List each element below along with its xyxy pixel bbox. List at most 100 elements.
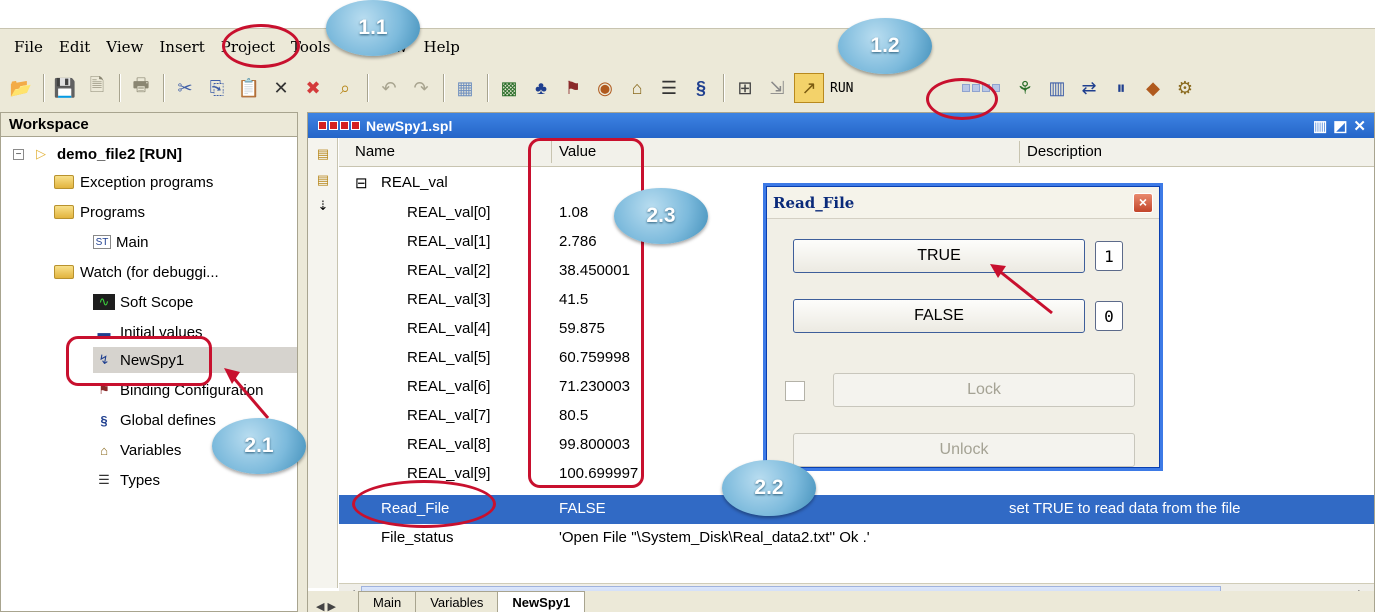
menu-edit[interactable]: Edit xyxy=(51,38,98,56)
close-icon[interactable]: × xyxy=(1133,193,1153,213)
toolbar-separator xyxy=(443,74,445,102)
delete-line-icon[interactable]: ✖ xyxy=(298,73,328,103)
menu-insert[interactable]: Insert xyxy=(151,38,212,56)
tree-item-programs[interactable]: Programs xyxy=(53,199,145,225)
copy-icon[interactable]: ⎘ xyxy=(202,73,232,103)
row-value[interactable]: FALSE xyxy=(559,500,606,517)
tree-item-label: Global defines xyxy=(120,411,216,429)
collapse-icon[interactable]: − xyxy=(13,148,24,160)
tree-project[interactable]: − ▷ demo_file2 [RUN] xyxy=(13,141,182,167)
toolbar-separator xyxy=(119,74,121,102)
minimize-icon[interactable]: ◩ xyxy=(1333,117,1347,135)
menu-help[interactable]: Help xyxy=(416,38,468,56)
false-button[interactable]: FALSE xyxy=(793,299,1085,333)
row-name: REAL_val[6] xyxy=(407,378,491,395)
tab-scroll-icon[interactable]: ◀ ▶ xyxy=(308,600,358,612)
globe-icon[interactable]: ◉ xyxy=(590,73,620,103)
collapse-icon[interactable]: ⊟ xyxy=(355,174,368,192)
tab-variables[interactable]: Variables xyxy=(415,591,499,612)
edit-variable-icon[interactable]: ▤ xyxy=(313,170,333,190)
tree-item-types[interactable]: ☰ Types xyxy=(93,467,160,493)
toolbar-separator xyxy=(43,74,45,102)
print-icon[interactable]: 🖶 xyxy=(126,73,156,103)
sort-icon[interactable]: ⇣ xyxy=(313,196,333,216)
folder-icon xyxy=(53,173,75,191)
spy-icon[interactable]: ↗ xyxy=(794,73,824,103)
row-description: set TRUE to read data from the file xyxy=(1009,500,1241,517)
binding-icon[interactable]: ⚑ xyxy=(558,73,588,103)
row-name: REAL_val[1] xyxy=(407,233,491,250)
row-name: REAL_val[5] xyxy=(407,349,491,366)
delete-icon[interactable]: ✕ xyxy=(266,73,296,103)
home-icon[interactable]: ⌂ xyxy=(622,73,652,103)
menu-bar: File Edit View Insert Project Tools Wind… xyxy=(0,30,1375,64)
true-shortcut-key: 1 xyxy=(1095,241,1123,271)
document-tabs: ◀ ▶ Main Variables NewSpy1 xyxy=(308,591,1374,612)
swap-icon[interactable]: ⇄ xyxy=(1074,73,1104,103)
row-name: REAL_val[4] xyxy=(407,320,491,337)
row-name: REAL_val xyxy=(381,174,448,191)
menu-file[interactable]: File xyxy=(6,38,51,56)
highlight-box-newspy1 xyxy=(66,336,212,386)
insert-variable-icon[interactable]: ▤ xyxy=(313,144,333,164)
monitor-icon[interactable]: ▥ xyxy=(1042,73,1072,103)
house-icon: ⌂ xyxy=(100,442,108,458)
tree-item-exception-programs[interactable]: Exception programs xyxy=(53,169,213,195)
callout-1-2: 1.2 xyxy=(838,18,932,74)
true-button[interactable]: TRUE xyxy=(793,239,1085,273)
types-icon[interactable]: ☰ xyxy=(654,73,684,103)
step-icon[interactable]: ◆ xyxy=(1138,73,1168,103)
toolbar-separator xyxy=(487,74,489,102)
global-defines-icon: § xyxy=(100,412,108,428)
tab-main[interactable]: Main xyxy=(358,591,417,612)
cut-icon[interactable]: ✂ xyxy=(170,73,200,103)
save-as-icon[interactable]: 🗎 xyxy=(82,73,112,103)
toolbar-separator xyxy=(367,74,369,102)
layout-icon[interactable]: ⊞ xyxy=(730,73,760,103)
cycle-icon[interactable]: ⚘ xyxy=(1010,73,1040,103)
open-icon[interactable]: 📂 xyxy=(6,73,36,103)
row-value[interactable]: 'Open File ''\System_Disk\Real_data2.txt… xyxy=(559,529,870,546)
tab-newspy1[interactable]: NewSpy1 xyxy=(497,591,586,612)
spy-title-bar: NewSpy1.spl ▥ ◩ ✕ xyxy=(308,113,1374,138)
spy-column-headers: Name Value Description xyxy=(339,138,1374,167)
pause-icon[interactable]: ⏸ xyxy=(1106,73,1136,103)
scope-icon: ∿ xyxy=(93,294,115,310)
tree-item-soft-scope[interactable]: ∿ Soft Scope xyxy=(93,289,193,315)
false-shortcut-key: 0 xyxy=(1095,301,1123,331)
table-row[interactable]: File_status 'Open File ''\System_Disk\Re… xyxy=(339,524,1374,553)
column-description[interactable]: Description xyxy=(1027,143,1102,160)
settings-icon[interactable]: ⚙ xyxy=(1170,73,1200,103)
restore-icon[interactable]: ▥ xyxy=(1313,117,1327,135)
download-icon[interactable]: ⇲ xyxy=(762,73,792,103)
callout-1-1: 1.1 xyxy=(326,0,420,56)
callout-2-2: 2.2 xyxy=(722,460,816,516)
menu-view[interactable]: View xyxy=(98,38,151,56)
undo-icon[interactable]: ↶ xyxy=(374,73,404,103)
global-defines-icon[interactable]: § xyxy=(686,73,716,103)
column-name[interactable]: Name xyxy=(355,143,395,160)
save-icon[interactable]: 💾 xyxy=(50,73,80,103)
unlock-button[interactable]: Unlock xyxy=(793,433,1135,467)
tree-item-main[interactable]: ST Main xyxy=(93,229,149,255)
tree-item-label: Programs xyxy=(80,203,146,221)
tree-item-watch[interactable]: Watch (for debuggi... xyxy=(53,259,219,285)
find-icon[interactable]: ⌕ xyxy=(330,73,360,103)
lock-button[interactable]: Lock xyxy=(833,373,1135,407)
tree-item-variables[interactable]: ⌂ Variables xyxy=(93,437,181,463)
highlight-box-values xyxy=(528,138,644,488)
close-icon[interactable]: ✕ xyxy=(1353,117,1366,135)
row-name: REAL_val[8] xyxy=(407,436,491,453)
lock-checkbox[interactable] xyxy=(785,381,805,401)
paste-icon[interactable]: 📋 xyxy=(234,73,264,103)
tree-item-global-defines[interactable]: § Global defines xyxy=(93,407,216,433)
tree-item-label: Main xyxy=(116,233,149,251)
compile-icon[interactable]: ▦ xyxy=(450,73,480,103)
tree-item-label: Soft Scope xyxy=(120,293,194,311)
grid-icon[interactable]: ▩ xyxy=(494,73,524,103)
row-name: File_status xyxy=(381,529,454,546)
tree-item-label: Watch (for debuggi... xyxy=(80,263,219,281)
hierarchy-icon[interactable]: ♣ xyxy=(526,73,556,103)
column-divider[interactable] xyxy=(1019,141,1020,163)
redo-icon[interactable]: ↷ xyxy=(406,73,436,103)
